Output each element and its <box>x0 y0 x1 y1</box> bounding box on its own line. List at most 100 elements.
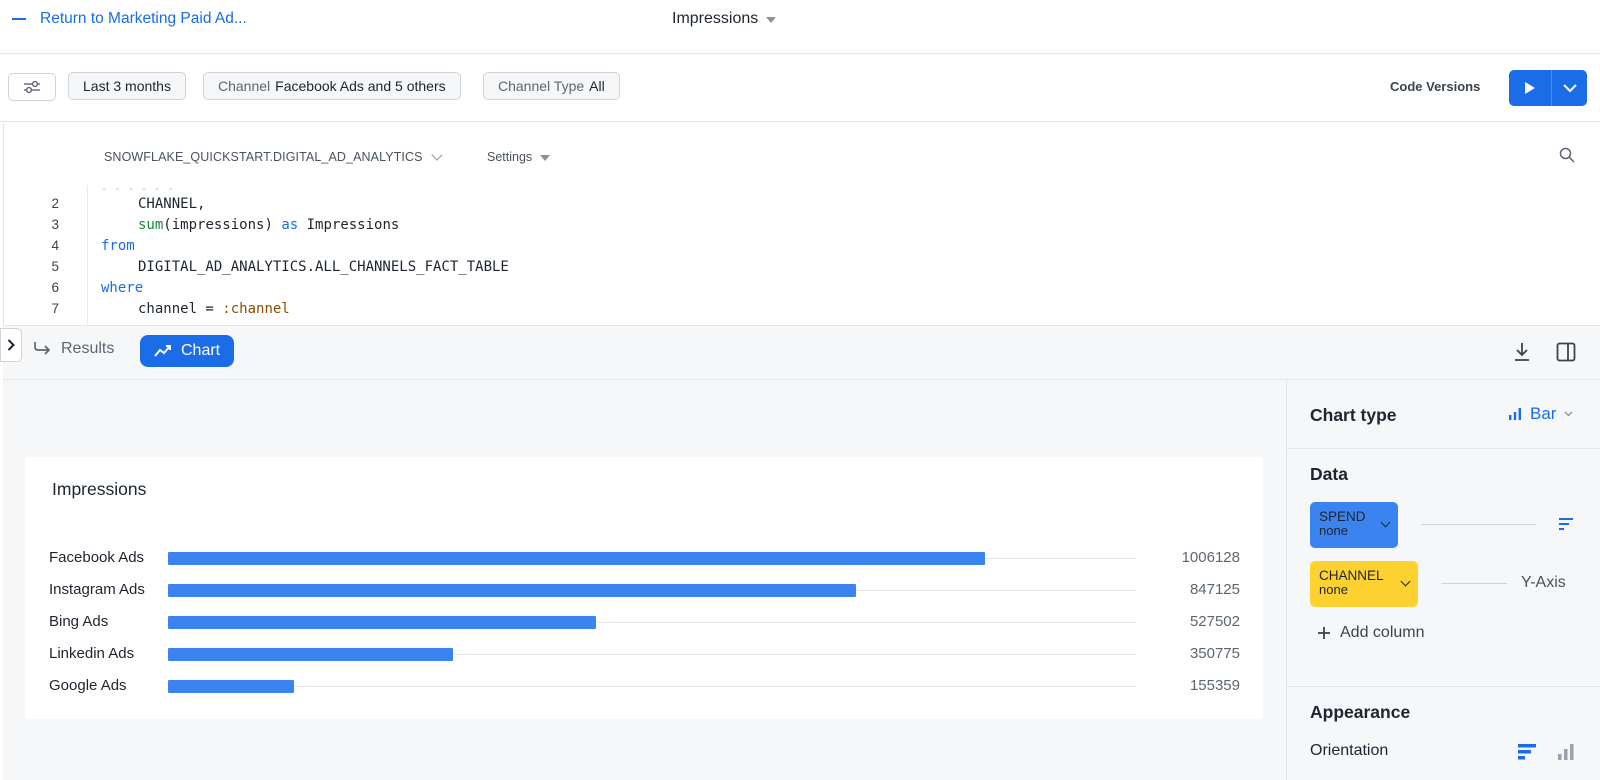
database-selector[interactable]: SNOWFLAKE_QUICKSTART.DIGITAL_AD_ANALYTIC… <box>104 149 443 164</box>
settings-menu[interactable]: Settings <box>487 150 551 164</box>
line-number: 4 <box>51 238 59 253</box>
add-column-label: Add column <box>1340 624 1425 641</box>
sql-editor[interactable]: SNOWFLAKE_QUICKSTART.DIGITAL_AD_ANALYTIC… <box>3 123 1600 325</box>
bar-value-label: 527502 <box>1189 613 1240 630</box>
code-line: 7 channel = :channel <box>4 298 289 319</box>
worksheet-title[interactable]: Impressions <box>672 10 777 28</box>
add-column-button[interactable]: Add column <box>1318 624 1425 642</box>
return-arrow-icon <box>34 342 51 355</box>
chart-type-selector[interactable]: Bar <box>1508 404 1573 424</box>
chart-card: Impressions Facebook Ads 1006128 Instagram… <box>25 457 1263 719</box>
bar-category-label: Facebook Ads <box>49 549 145 566</box>
code-parameter: :channel <box>222 300 290 317</box>
filter-settings-button[interactable] <box>8 73 56 101</box>
bar-category-label: Bing Ads <box>49 613 109 630</box>
code-text: channel = <box>138 300 223 317</box>
date-range-filter[interactable]: Last 3 months <box>68 72 186 100</box>
code-line: 3 sum(impressions) as Impressions <box>4 214 399 235</box>
code-line: 4 from <box>4 235 134 256</box>
minus-icon <box>12 18 26 20</box>
channel-filter[interactable]: Channel Facebook Ads and 5 others <box>203 72 461 100</box>
horizontal-orientation-icon[interactable] <box>1517 743 1537 766</box>
bar-value-label: 155359 <box>1189 677 1240 694</box>
chevron-down-icon <box>1562 83 1577 92</box>
line-number: 7 <box>51 301 59 316</box>
bar-category-label: Google Ads <box>49 677 127 694</box>
column-aggregation: none <box>1319 582 1348 597</box>
download-icon[interactable] <box>1513 342 1531 367</box>
line-number: 6 <box>51 280 59 295</box>
results-toolbar: Results Chart <box>0 325 1600 380</box>
chevron-right-icon <box>7 339 15 351</box>
chart-title: Impressions <box>52 479 147 499</box>
code-line: 5 DIGITAL_AD_ANALYTICS.ALL_CHANNELS_FACT… <box>4 256 508 277</box>
code-keyword: where <box>101 279 144 296</box>
column-pill-spend[interactable]: SPEND none <box>1310 502 1398 548</box>
database-name: SNOWFLAKE_QUICKSTART.DIGITAL_AD_ANALYTIC… <box>104 150 423 164</box>
line-gutter <box>87 185 88 325</box>
axis-label: Y-Axis <box>1521 574 1566 591</box>
run-button-group <box>1509 70 1587 106</box>
line-number: 2 <box>51 196 59 211</box>
connector-line <box>1441 583 1507 584</box>
bar[interactable] <box>168 648 453 661</box>
bar-row: Google Ads 155359 <box>25 671 1263 701</box>
search-icon[interactable] <box>1559 147 1575 168</box>
plus-icon <box>1318 627 1330 639</box>
vertical-orientation-icon[interactable] <box>1557 743 1575 766</box>
bar[interactable] <box>168 584 856 597</box>
tab-results[interactable]: Results <box>33 340 114 358</box>
sort-icon[interactable] <box>1558 517 1574 536</box>
chart-type-heading: Chart type <box>1310 405 1397 425</box>
channel-type-filter-value: All <box>589 78 605 94</box>
code-function: sum <box>138 216 164 233</box>
bar-track <box>168 686 1136 687</box>
bar-value-label: 350775 <box>1189 645 1240 662</box>
connector-line <box>1421 524 1536 525</box>
back-link[interactable]: Return to Marketing Paid Ad... <box>12 10 247 28</box>
chart-settings-panel: Chart type Bar Data SPEND none CHANNEL n… <box>1286 380 1600 780</box>
chevron-down-icon <box>430 149 443 161</box>
worksheet-title-text: Impressions <box>672 10 759 27</box>
channel-type-filter[interactable]: Channel Type All <box>483 72 620 100</box>
data-heading: Data <box>1310 464 1348 484</box>
code-text: DIGITAL_AD_ANALYTICS.ALL_CHANNELS_FACT_T… <box>138 258 509 275</box>
play-icon <box>1525 82 1535 94</box>
code-text: Impressions <box>298 216 400 233</box>
code-text: (impressions) <box>163 216 282 233</box>
bar[interactable] <box>168 680 295 693</box>
bar-row: Facebook Ads 1006128 <box>25 543 1263 573</box>
line-chart-icon <box>154 345 171 357</box>
bar[interactable] <box>168 616 597 629</box>
appearance-heading: Appearance <box>1310 702 1411 722</box>
chart-type-value: Bar <box>1530 404 1557 423</box>
chevron-down-icon <box>1565 411 1573 417</box>
caret-down-icon <box>766 17 777 23</box>
code-line: 6 where <box>4 277 143 298</box>
run-button[interactable] <box>1509 70 1552 106</box>
code-versions-button[interactable]: Code Versions <box>1390 79 1480 94</box>
tab-results-label: Results <box>61 340 115 357</box>
bar-category-label: Linkedin Ads <box>49 645 135 662</box>
column-pill-channel[interactable]: CHANNEL none <box>1310 561 1418 607</box>
line-number: 3 <box>51 217 59 232</box>
run-options-button[interactable] <box>1552 70 1587 106</box>
bar-chart-icon <box>1509 408 1521 420</box>
filter-bar: Last 3 months Channel Facebook Ads and 5… <box>0 54 1600 122</box>
split-view-icon[interactable] <box>1556 342 1576 367</box>
divider <box>1287 686 1600 687</box>
code-text: CHANNEL, <box>138 195 206 212</box>
caret-down-icon <box>540 155 551 161</box>
code-line: 2 CHANNEL, <box>4 193 205 214</box>
code-keyword: from <box>101 237 135 254</box>
bar[interactable] <box>168 552 986 565</box>
bar-row: Bing Ads 527502 <box>25 607 1263 637</box>
channel-type-filter-key: Channel Type <box>498 78 585 94</box>
code-keyword: as <box>281 216 299 233</box>
channel-filter-key: Channel <box>218 78 271 94</box>
expand-sidebar-button[interactable] <box>0 328 22 362</box>
tab-chart[interactable]: Chart <box>140 335 235 367</box>
channel-filter-value: Facebook Ads and 5 others <box>275 78 446 94</box>
line-number: 5 <box>51 259 59 274</box>
truncated-line-marker: - - - - - - <box>101 182 174 195</box>
